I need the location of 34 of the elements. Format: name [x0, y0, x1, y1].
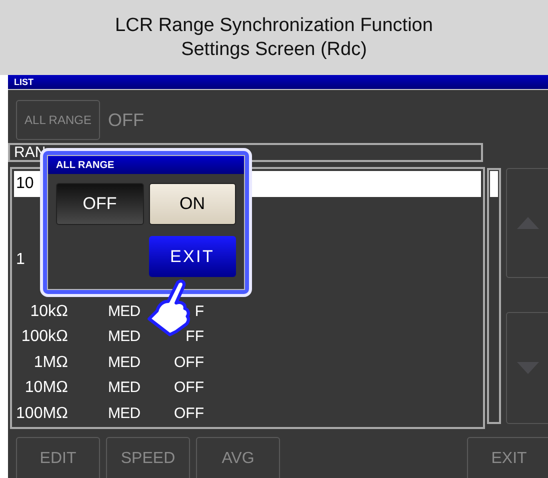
range-row[interactable]: 1	[14, 248, 44, 273]
scroll-down-button[interactable]	[506, 312, 548, 424]
range-cell-text: 10kΩ	[29, 302, 68, 322]
range-row[interactable]: 10MΩ MED OFF	[14, 376, 481, 401]
range-cell-text: 100MΩ	[15, 404, 68, 424]
range-cell-text: 1MΩ	[32, 352, 68, 373]
range-row[interactable]: 1MΩ MED OFF	[14, 350, 481, 376]
caption-text: Settings Screen (Rdc)	[181, 38, 367, 62]
average-cell-text: FF	[184, 327, 204, 347]
speed-cell-text: MED	[108, 327, 142, 347]
average-cell-text: OFF	[173, 352, 204, 372]
screen-title: LIST	[14, 78, 34, 86]
speed-cell-text: MED	[108, 352, 142, 372]
speed-cell-text: MED	[108, 404, 142, 424]
scrollbar-thumb[interactable]	[490, 171, 498, 197]
range-cell-text: 10MΩ	[24, 378, 68, 398]
range-row[interactable]: 100kΩ MED FF	[14, 324, 481, 350]
average-cell-text: F	[194, 302, 204, 322]
average-cell-text: OFF	[173, 404, 204, 424]
option-button[interactable]: ON	[148, 183, 236, 225]
speed-cell-text: MED	[108, 302, 142, 322]
option-button[interactable]: OFF	[56, 183, 144, 225]
speed-cell-text: MED	[108, 378, 142, 398]
scroll-up-button[interactable]	[506, 168, 548, 278]
range-cell-text: 10	[15, 174, 34, 194]
range-row[interactable]: 100MΩ MED OFF	[14, 401, 481, 426]
dialog-title: ALL RANGE	[56, 158, 114, 172]
range-cell-text: 1	[15, 250, 25, 270]
average-cell-text: OFF	[173, 378, 204, 398]
all-range-value: OFF	[108, 108, 144, 132]
dialog-exit-button[interactable]: EXIT	[148, 236, 236, 277]
caption-text: LCR Range Synchronization Function	[115, 14, 433, 38]
range-cell-text: 100kΩ	[20, 327, 68, 348]
range-row[interactable]: 10kΩ MED F	[14, 299, 481, 324]
